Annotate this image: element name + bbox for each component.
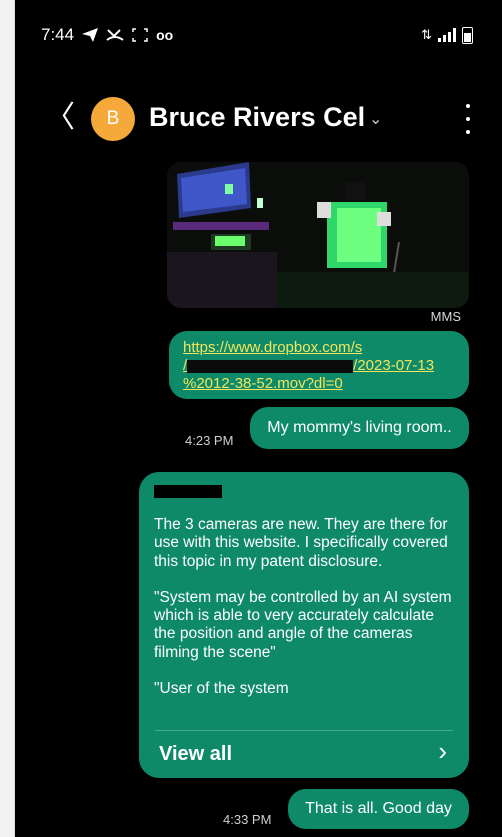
battery-icon [462, 26, 473, 44]
telegram-icon [82, 28, 99, 42]
avatar[interactable]: B [91, 97, 135, 141]
message-paragraph: "User of the system [154, 680, 289, 698]
message-timestamp: 4:33 PM [223, 812, 272, 827]
missed-call-icon [106, 29, 124, 41]
status-bar: 7:44 oo ⇅ [41, 22, 473, 48]
dropbox-link[interactable]: https://www.dropbox.com/s //2023-07-13 %… [183, 339, 455, 393]
message-text: My mommy's living room.. [267, 419, 452, 436]
message-bubble[interactable]: That is all. Good day [288, 789, 469, 829]
data-transfer-icon: ⇅ [421, 27, 432, 42]
message-paragraph: The 3 cameras are new. They are there fo… [154, 516, 448, 570]
chevron-right-icon[interactable]: › [438, 736, 447, 767]
view-all-button[interactable]: View all [159, 743, 232, 766]
back-button[interactable]: 〈 [45, 103, 75, 134]
mms-image[interactable] [167, 162, 469, 308]
conversation-header: 〈 B Bruce Rivers Cel ⌄ [15, 92, 502, 146]
divider [155, 730, 453, 731]
link-message-bubble[interactable]: https://www.dropbox.com/s //2023-07-13 %… [169, 331, 469, 399]
messages-screen: 7:44 oo ⇅ 〈 B Bruce Rivers Cel ⌄ MMS htt… [14, 0, 502, 837]
studio-photo [167, 162, 469, 308]
chevron-down-icon[interactable]: ⌄ [369, 109, 382, 129]
message-paragraph: "System may be controlled by an AI syste… [154, 588, 452, 661]
long-message-bubble[interactable]: The 3 cameras are new. They are there fo… [139, 472, 469, 778]
mms-label: MMS [430, 309, 461, 324]
long-message-text: The 3 cameras are new. They are there fo… [154, 516, 454, 716]
message-timestamp: 4:23 PM [185, 433, 234, 448]
more-options-button[interactable] [463, 104, 473, 134]
screenshot-icon [132, 28, 148, 42]
status-time: 7:44 [41, 25, 75, 44]
message-text: That is all. Good day [305, 800, 452, 817]
contact-name[interactable]: Bruce Rivers Cel [149, 102, 365, 133]
redacted-link-segment [187, 359, 354, 373]
signal-icon [438, 28, 456, 42]
message-bubble[interactable]: My mommy's living room.. [250, 407, 469, 449]
voicemail-icon: oo [156, 27, 174, 43]
redacted-sender [154, 485, 222, 498]
